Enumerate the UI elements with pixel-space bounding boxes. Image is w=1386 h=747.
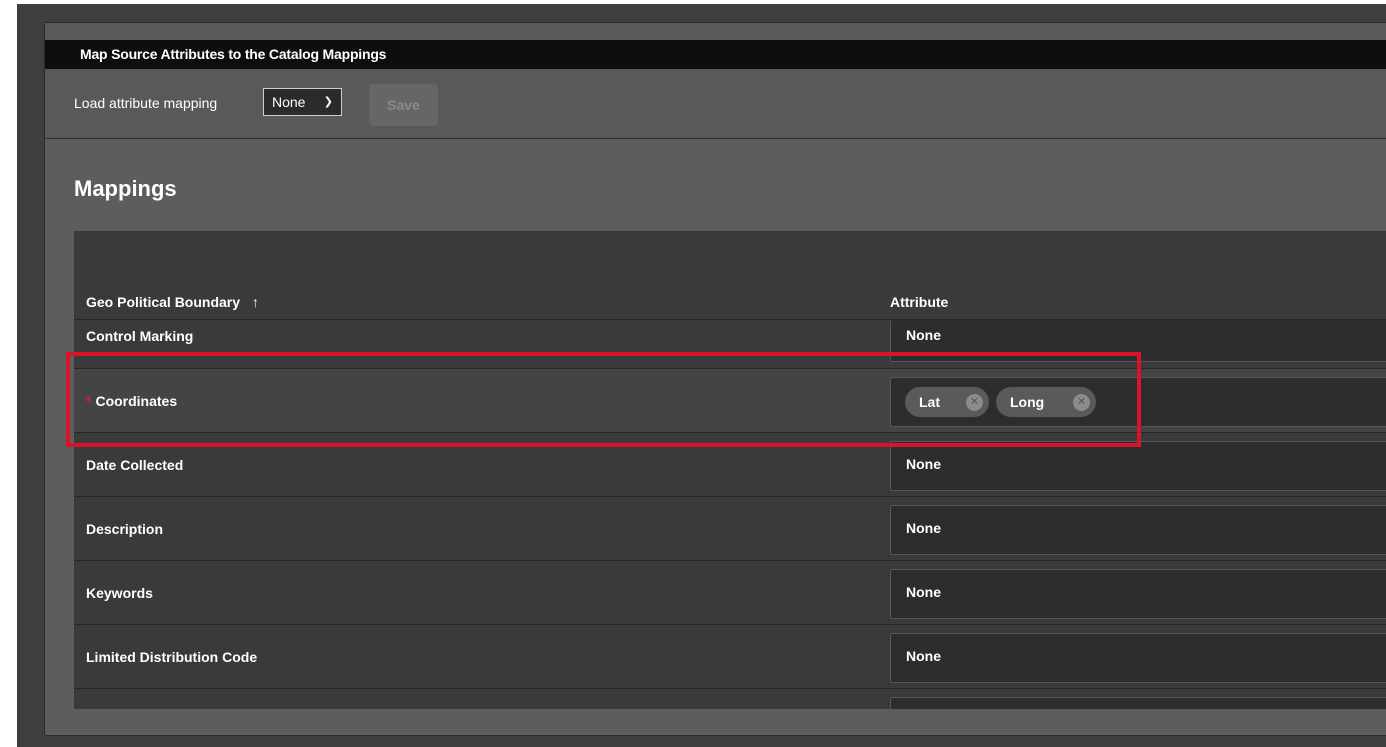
chevron-down-icon: ❯ <box>323 96 333 108</box>
column-header-attribute: Attribute <box>890 294 949 310</box>
panel-title: Map Source Attributes to the Catalog Map… <box>45 40 1386 69</box>
attribute-value: None <box>906 584 941 600</box>
attribute-chip: Lat ✕ <box>905 387 989 417</box>
save-button[interactable]: Save <box>369 84 438 126</box>
close-circle-icon[interactable]: ✕ <box>1073 394 1090 411</box>
mappings-heading: Mappings <box>74 176 177 201</box>
row-label: Date Collected <box>86 457 184 473</box>
table-row: Control Marking None <box>74 319 1386 368</box>
table-row: * Coordinates Lat ✕ Long ✕ <box>74 368 1386 432</box>
load-attribute-mapping-label: Load attribute mapping <box>74 95 218 111</box>
table-row <box>74 688 1386 709</box>
column-header-geo-label: Geo Political Boundary <box>86 294 241 310</box>
row-label-text: Coordinates <box>95 393 178 409</box>
table-row: Limited Distribution Code None <box>74 624 1386 688</box>
row-label: Control Marking <box>86 328 194 344</box>
attribute-select[interactable]: None <box>890 569 1386 619</box>
table-row: Date Collected None <box>74 432 1386 496</box>
arrow-up-icon[interactable]: ↑ <box>252 294 259 310</box>
attribute-chip: Long ✕ <box>996 387 1096 417</box>
row-label: * Coordinates <box>86 393 177 409</box>
chip-label: Lat <box>919 394 940 410</box>
chip-label: Long <box>1010 394 1045 410</box>
mapping-panel: Map Source Attributes to the Catalog Map… <box>44 22 1386 736</box>
attribute-value: None <box>906 520 941 536</box>
panel-top-strip <box>45 23 1386 40</box>
close-circle-icon[interactable]: ✕ <box>966 394 983 411</box>
attribute-multiselect[interactable]: Lat ✕ Long ✕ <box>890 377 1386 427</box>
required-indicator: * <box>86 393 92 409</box>
attribute-select[interactable]: None <box>890 633 1386 683</box>
attribute-select[interactable]: None <box>890 441 1386 491</box>
attribute-select[interactable]: None <box>890 505 1386 555</box>
select-value: None <box>272 94 306 110</box>
attribute-select[interactable] <box>890 697 1386 709</box>
row-label: Limited Distribution Code <box>86 649 258 665</box>
attribute-select[interactable]: None <box>890 320 1386 362</box>
attribute-value: None <box>906 327 941 343</box>
attribute-value: None <box>906 648 941 664</box>
column-header-geo[interactable]: Geo Political Boundary ↑ <box>86 294 259 310</box>
table-row: Description None <box>74 496 1386 560</box>
row-label: Description <box>86 521 164 537</box>
table-row: Keywords None <box>74 560 1386 624</box>
row-label: Keywords <box>86 585 153 601</box>
mappings-table: Geo Political Boundary ↑ Attribute Contr… <box>74 231 1386 709</box>
toolbar: Load attribute mapping None ❯ Save <box>45 69 1386 139</box>
attribute-value: None <box>906 456 941 472</box>
attribute-mapping-select[interactable]: None ❯ <box>263 88 342 116</box>
